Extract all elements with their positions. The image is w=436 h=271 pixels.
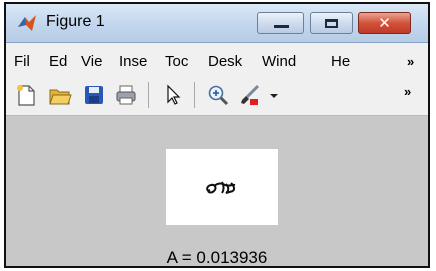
menu-desktop[interactable]: Desk — [208, 53, 242, 70]
zoom-in-icon[interactable] — [206, 83, 230, 107]
select-arrow-icon[interactable] — [161, 83, 185, 107]
figure-window: Figure 1 ✕ Fil Ed Vie Inse Toc Desk Wind… — [4, 2, 430, 268]
double-chevron-icon[interactable]: » — [404, 84, 411, 99]
toolbar-separator — [148, 82, 149, 108]
menu-bar: Fil Ed Vie Inse Toc Desk Wind He » — [6, 43, 428, 73]
new-file-icon[interactable] — [14, 83, 38, 107]
menu-file[interactable]: Fil — [14, 53, 30, 70]
title-bar: Figure 1 ✕ — [6, 4, 428, 43]
minimize-button[interactable] — [257, 12, 304, 34]
brush-icon[interactable] — [238, 83, 262, 107]
open-folder-icon[interactable] — [48, 83, 72, 107]
menu-insert[interactable]: Inse — [119, 53, 147, 70]
minimize-icon — [274, 25, 289, 28]
print-icon[interactable] — [114, 83, 138, 107]
matlab-logo-icon — [18, 15, 36, 31]
close-icon: ✕ — [378, 14, 391, 32]
toolbar: » — [6, 73, 428, 116]
menu-tools[interactable]: Toc — [165, 53, 188, 70]
save-icon[interactable] — [82, 83, 106, 107]
close-button[interactable]: ✕ — [358, 12, 411, 34]
menu-help[interactable]: He — [331, 53, 350, 70]
handwritten-digit-image — [206, 181, 236, 194]
toolbar-separator — [194, 82, 195, 108]
maximize-icon — [325, 19, 338, 28]
double-chevron-icon[interactable]: » — [407, 54, 414, 69]
menu-edit[interactable]: Ed — [49, 53, 67, 70]
window-title: Figure 1 — [46, 13, 105, 30]
menu-window[interactable]: Wind — [262, 53, 296, 70]
dropdown-arrow-icon[interactable] — [262, 83, 286, 107]
menu-view[interactable]: Vie — [81, 53, 102, 70]
figure-caption: A = 0.013936 — [166, 248, 268, 267]
image-axes — [166, 149, 278, 225]
maximize-button[interactable] — [310, 12, 353, 34]
